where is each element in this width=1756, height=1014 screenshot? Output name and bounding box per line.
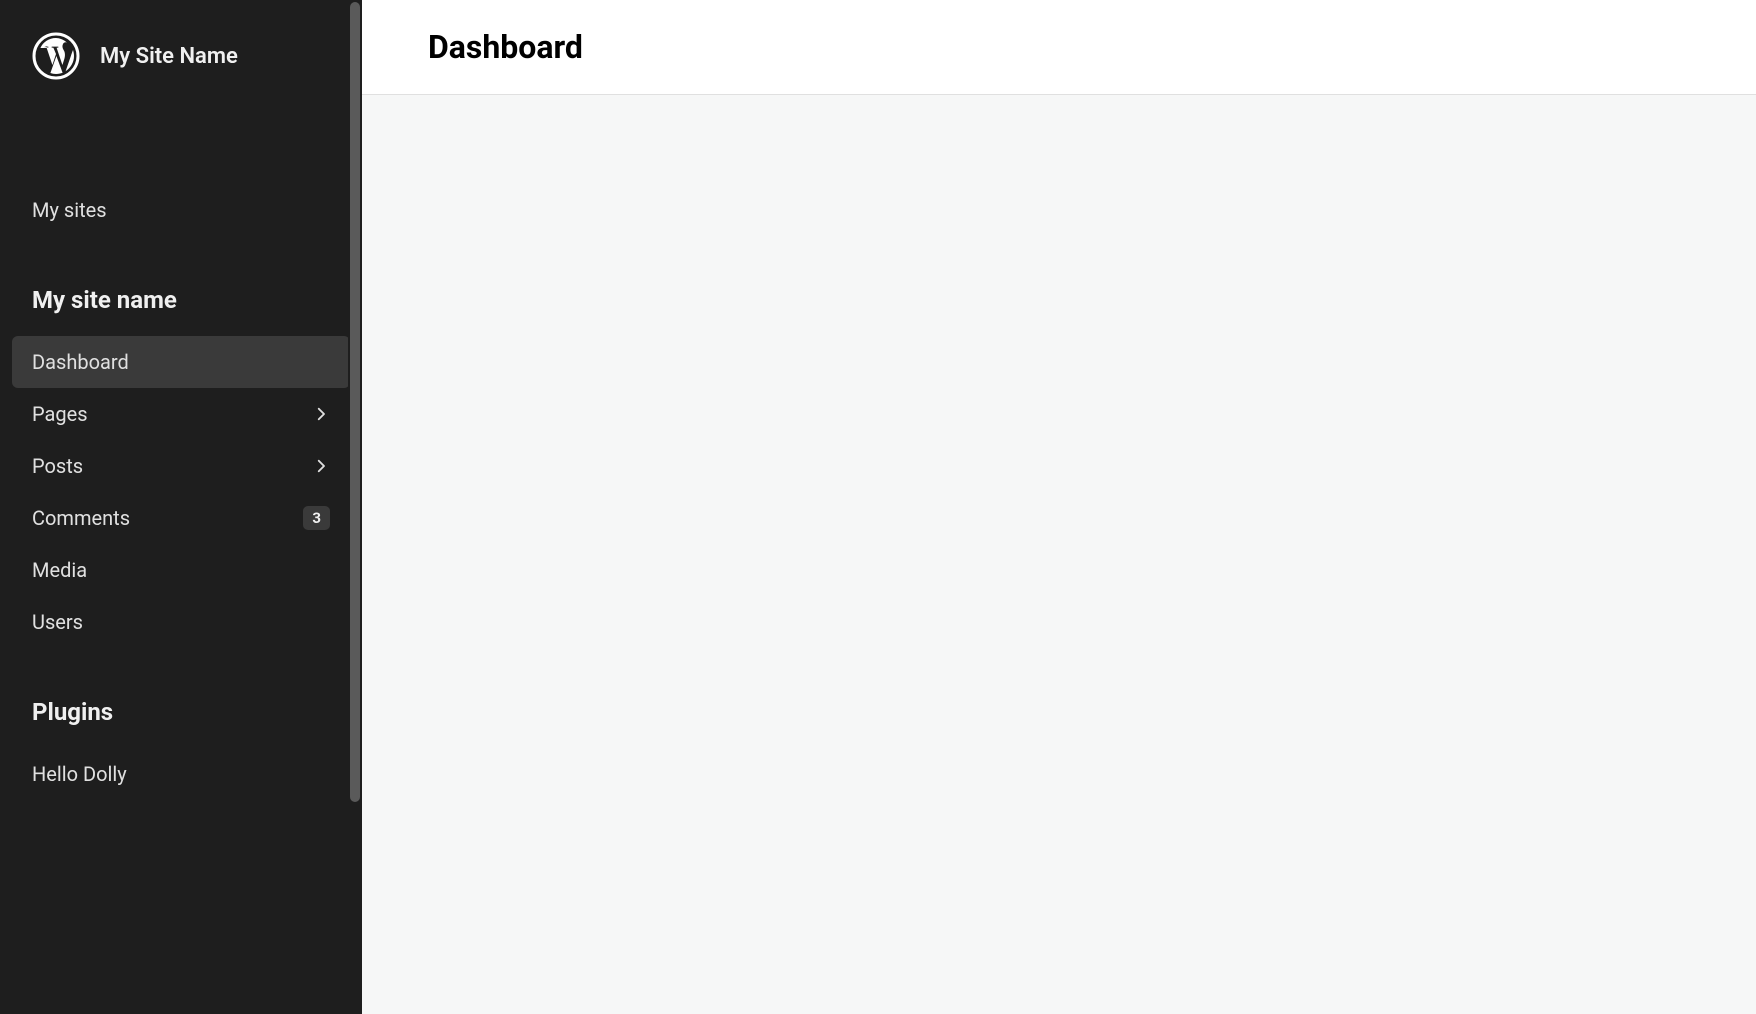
site-header[interactable]: My Site Name (0, 32, 362, 80)
sidebar-item-users[interactable]: Users (12, 596, 350, 648)
sidebar-item-label: Posts (32, 454, 83, 478)
sidebar-item-dashboard[interactable]: Dashboard (12, 336, 350, 388)
main-header: Dashboard (362, 0, 1756, 95)
sidebar-item-comments[interactable]: Comments 3 (12, 492, 350, 544)
comments-count-badge: 3 (303, 506, 330, 530)
main-body (362, 95, 1756, 1014)
chevron-right-icon (312, 457, 330, 475)
sidebar-item-media[interactable]: Media (12, 544, 350, 596)
sidebar-item-posts[interactable]: Posts (12, 440, 350, 492)
sidebar-heading-plugins: Plugins (12, 684, 350, 740)
sidebar-scrollbar[interactable] (348, 0, 362, 1014)
sidebar-item-label: Users (32, 610, 83, 634)
sidebar-item-label: Comments (32, 506, 130, 530)
wordpress-logo-icon (32, 32, 80, 80)
sidebar-scrollbar-thumb[interactable] (350, 2, 360, 802)
sidebar-item-label: Hello Dolly (32, 762, 127, 786)
page-title: Dashboard (428, 28, 1690, 66)
sidebar: My Site Name My sites My site name Dashb… (0, 0, 362, 1014)
sidebar-item-label: Pages (32, 402, 88, 426)
sidebar-item-label: My sites (32, 198, 107, 222)
sidebar-item-pages[interactable]: Pages (12, 388, 350, 440)
sidebar-nav: My sites My site name Dashboard Pages Po… (0, 184, 362, 800)
site-title: My Site Name (100, 44, 238, 69)
sidebar-item-label: Dashboard (32, 350, 129, 374)
main-content: Dashboard (362, 0, 1756, 1014)
sidebar-item-hello-dolly[interactable]: Hello Dolly (12, 748, 350, 800)
sidebar-item-label: Media (32, 558, 87, 582)
sidebar-heading-site-name: My site name (12, 272, 350, 328)
chevron-right-icon (312, 405, 330, 423)
sidebar-item-my-sites[interactable]: My sites (12, 184, 350, 236)
